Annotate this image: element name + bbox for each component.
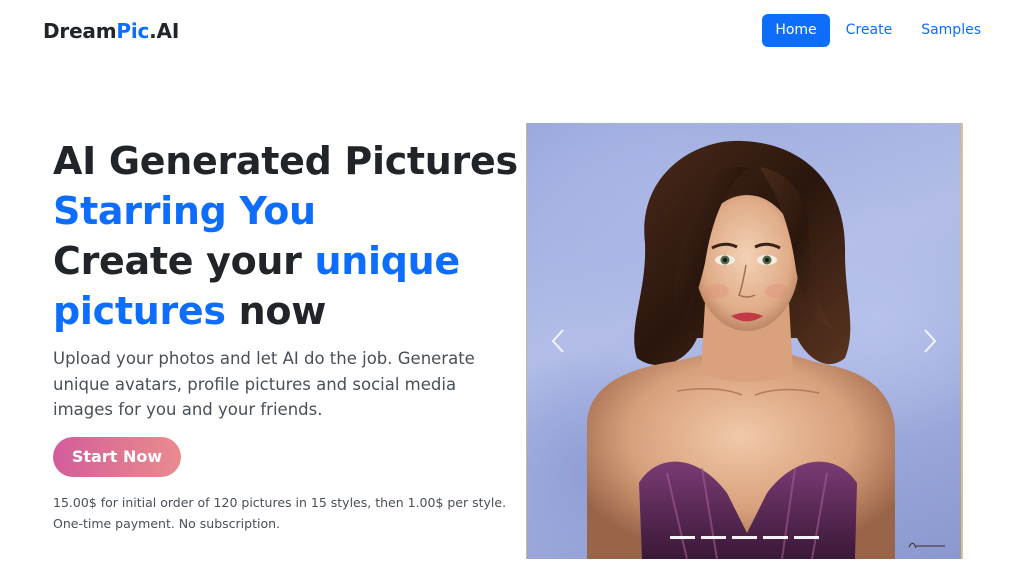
carousel-next-button[interactable] — [915, 323, 945, 359]
pricing-note-line-1: 15.00$ for initial order of 120 pictures… — [53, 495, 507, 510]
carousel-indicator[interactable] — [793, 536, 819, 539]
brand-part-pic: Pic — [116, 19, 150, 43]
hero-title: AI Generated Pictures Starring You Creat… — [53, 136, 523, 336]
pricing-note: 15.00$ for initial order of 120 pictures… — [53, 492, 523, 534]
hero-title-line-3: Create your unique — [53, 236, 523, 286]
pricing-note-line-2: One-time payment. No subscription. — [53, 516, 280, 531]
nav-link-home[interactable]: Home — [762, 14, 830, 47]
carousel-prev-button[interactable] — [543, 323, 573, 359]
nav-link-samples[interactable]: Samples — [908, 14, 994, 47]
hero-title-line-1: AI Generated Pictures — [53, 139, 518, 183]
top-navbar: DreamPic.AI Home Create Samples — [0, 0, 1024, 62]
hero-title-line-3-a: Create your — [53, 239, 315, 283]
hero-title-line-3-b: unique — [314, 239, 461, 283]
hero-title-line-4-b: now — [225, 289, 327, 333]
brand-logo[interactable]: DreamPic.AI — [43, 18, 179, 44]
hero-title-line-4: pictures now — [53, 286, 523, 336]
chevron-left-icon — [551, 329, 564, 353]
carousel-indicators — [527, 536, 961, 539]
sample-image-carousel[interactable] — [526, 123, 963, 559]
nav-link-create[interactable]: Create — [833, 14, 906, 47]
brand-part-ai: .AI — [149, 19, 180, 43]
carousel-indicator[interactable] — [700, 536, 726, 539]
hero-title-line-4-a: pictures — [53, 289, 226, 333]
hero-title-line-2: Starring You — [53, 189, 316, 233]
main-nav: Home Create Samples — [759, 14, 994, 47]
chevron-right-icon — [924, 329, 937, 353]
portrait-image — [587, 140, 895, 559]
carousel-indicator[interactable] — [669, 536, 695, 539]
brand-part-dream: Dream — [43, 19, 117, 43]
carousel-indicator[interactable] — [731, 536, 757, 539]
carousel-indicator[interactable] — [762, 536, 788, 539]
artist-signature — [908, 542, 945, 549]
hero-lead-text: Upload your photos and let AI do the job… — [53, 349, 475, 419]
start-now-button[interactable]: Start Now — [53, 437, 181, 477]
